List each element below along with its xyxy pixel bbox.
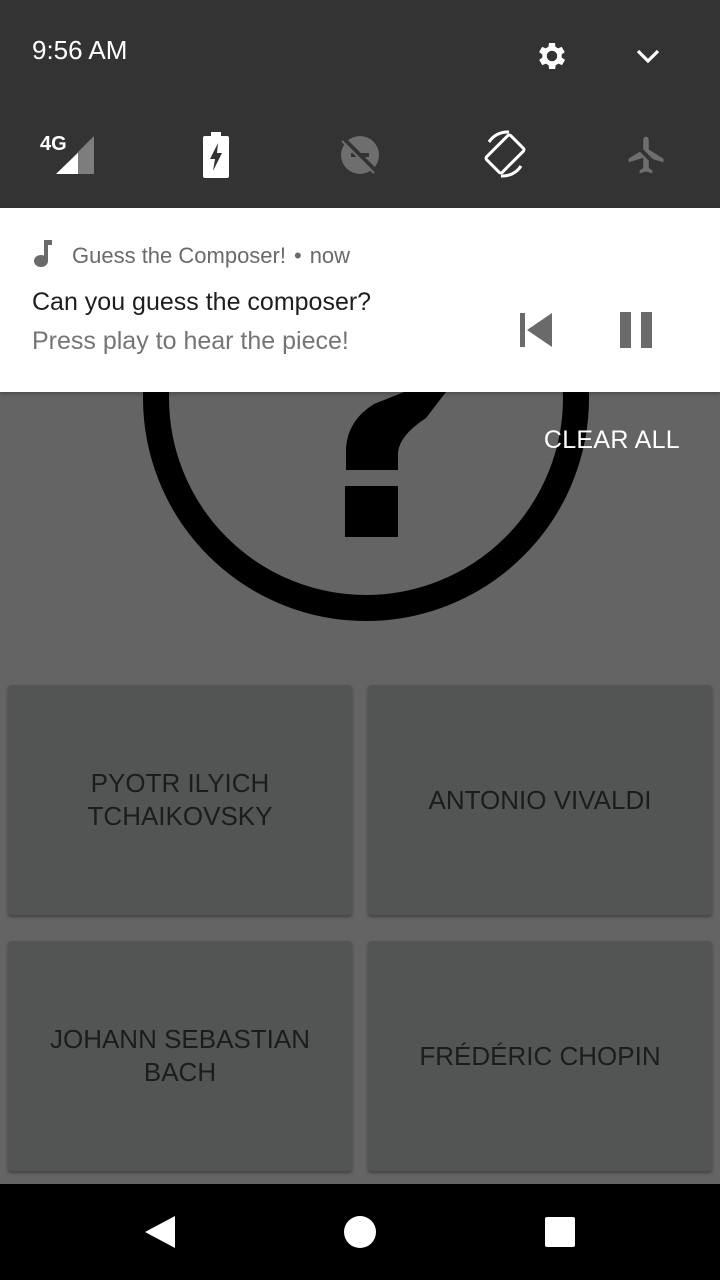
status-time: 9:56 AM <box>32 35 128 65</box>
choice-button-bach[interactable]: JOHANN SEBASTIAN BACH <box>8 941 352 1171</box>
clear-all-button[interactable]: CLEAR ALL <box>544 426 680 455</box>
choice-button-chopin[interactable]: FRÉDÉRIC CHOPIN <box>368 941 712 1171</box>
notification-app-name: Guess the Composer! <box>72 243 286 268</box>
expand-chevron-icon[interactable] <box>624 36 672 76</box>
music-note-icon <box>32 238 54 274</box>
notification-title: Can you guess the composer? <box>32 288 372 316</box>
battery-charging-icon[interactable] <box>196 128 236 182</box>
data-saver-off-icon[interactable] <box>334 130 386 180</box>
back-icon[interactable] <box>100 1184 220 1280</box>
choice-button-vivaldi[interactable]: ANTONIO VIVALDI <box>368 685 712 915</box>
recents-icon[interactable] <box>500 1184 620 1280</box>
network-type-label: 4G <box>40 133 67 155</box>
quick-settings-panel: 9:56 AM 4G <box>0 0 720 208</box>
signal-4g-icon[interactable]: 4G <box>36 124 100 180</box>
auto-rotate-icon[interactable] <box>476 126 534 182</box>
header-separator: • <box>293 243 302 268</box>
skip-previous-icon[interactable] <box>508 306 564 354</box>
media-notification[interactable]: Guess the Composer! • now Can you guess … <box>0 208 720 392</box>
pause-icon[interactable] <box>608 306 664 354</box>
choice-label: FRÉDÉRIC CHOPIN <box>419 1040 661 1071</box>
notification-text: Press play to hear the piece! <box>32 327 349 355</box>
airplane-mode-icon[interactable] <box>620 128 672 182</box>
choice-label: ANTONIO VIVALDI <box>428 784 652 815</box>
notification-header: Guess the Composer! • now <box>32 238 350 274</box>
choice-button-tchaikovsky[interactable]: PYOTR ILYICH TCHAIKOVSKY <box>8 685 352 915</box>
choice-label: JOHANN SEBASTIAN BACH <box>49 1024 311 1087</box>
screen: PYOTR ILYICH TCHAIKOVSKY ANTONIO VIVALDI… <box>0 0 720 1280</box>
notification-time: now <box>309 243 351 268</box>
navigation-bar <box>0 1184 720 1280</box>
choice-label: PYOTR ILYICH TCHAIKOVSKY <box>87 768 273 831</box>
home-icon[interactable] <box>300 1184 420 1280</box>
settings-gear-icon[interactable] <box>528 36 576 76</box>
